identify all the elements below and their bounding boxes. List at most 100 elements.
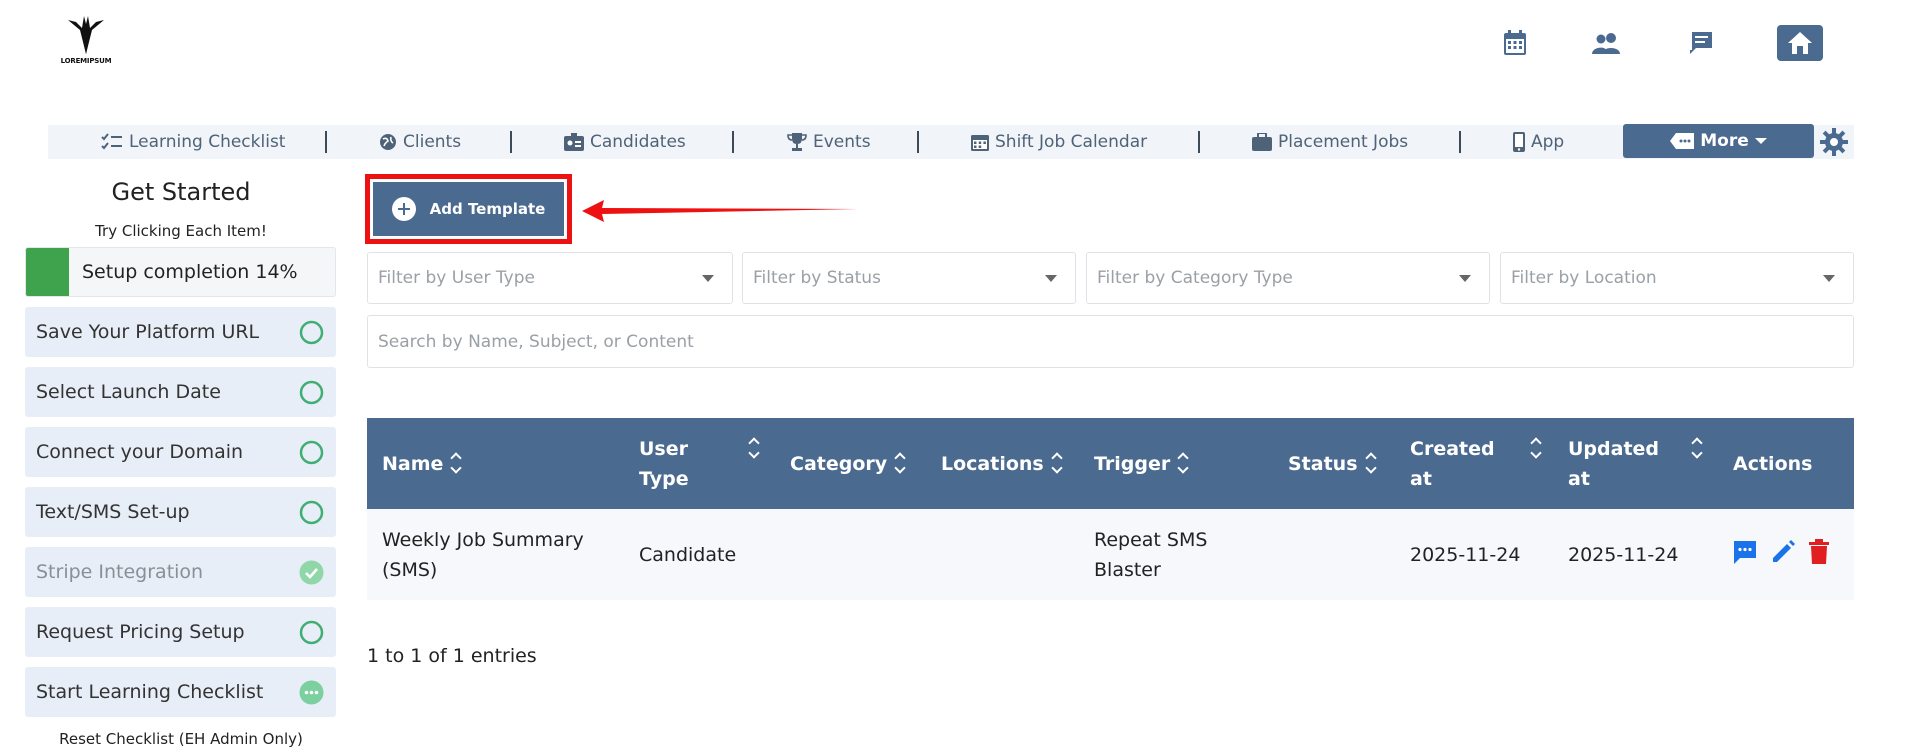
home-icon	[1788, 32, 1812, 54]
pending-circle-icon	[299, 500, 324, 525]
nav-label: Placement Jobs	[1278, 132, 1409, 152]
nav-label: Candidates	[590, 132, 686, 152]
reset-checklist-link[interactable]: Reset Checklist (EH Admin Only)	[25, 730, 337, 748]
nav-learning-checklist[interactable]: Learning Checklist	[101, 125, 285, 159]
column-label: User Type	[639, 437, 689, 490]
main-nav	[48, 125, 1854, 159]
red-arrow-annotation	[582, 200, 858, 222]
templates-table: Name User Type Category Locations Trigge…	[367, 418, 1854, 600]
sort-icon	[1052, 453, 1064, 475]
column-label: Created at	[1410, 437, 1495, 490]
column-label: Updated at	[1568, 437, 1660, 490]
edit-pencil-icon[interactable]	[1770, 539, 1796, 565]
pending-circle-icon	[299, 620, 324, 645]
checklist-item-label: Stripe Integration	[36, 561, 204, 583]
nav-shift-job-calendar[interactable]: Shift Job Calendar	[971, 125, 1147, 159]
get-started-title: Get Started	[111, 178, 251, 206]
add-template-button[interactable]: Add Template	[373, 182, 564, 236]
caret-down-icon	[1045, 275, 1057, 282]
checklist-item-sms-setup[interactable]: Text/SMS Set-up	[25, 487, 336, 537]
filter-placeholder: Filter by Category Type	[1097, 268, 1293, 288]
checklist-item-label: Text/SMS Set-up	[36, 501, 190, 523]
nav-label: Learning Checklist	[129, 132, 286, 152]
column-header-user-type[interactable]: User Type	[639, 418, 759, 509]
table-entries-info: 1 to 1 of 1 entries	[367, 645, 537, 667]
filter-status[interactable]: Filter by Status	[742, 252, 1076, 304]
checklist-item-label: Save Your Platform URL	[36, 321, 260, 343]
setup-progress-bar: Setup completion 14%	[25, 247, 336, 297]
sort-icon	[749, 438, 761, 460]
filter-user-type[interactable]: Filter by User Type	[367, 252, 733, 304]
cell-user-type: Candidate	[639, 543, 737, 566]
checklist-item-label: Select Launch Date	[36, 381, 221, 403]
column-label: Status	[1288, 452, 1358, 475]
nav-app[interactable]: App	[1513, 125, 1564, 159]
filter-placeholder: Filter by User Type	[378, 268, 535, 288]
nav-label: Shift Job Calendar	[995, 132, 1148, 152]
filter-placeholder: Filter by Status	[753, 268, 881, 288]
column-header-name[interactable]: Name	[382, 418, 463, 509]
checklist-item-launch-date[interactable]: Select Launch Date	[25, 367, 336, 417]
nav-clients[interactable]: Clients	[379, 125, 461, 159]
sort-icon	[895, 453, 907, 475]
filter-category-type[interactable]: Filter by Category Type	[1086, 252, 1490, 304]
checklist-item-stripe[interactable]: Stripe Integration	[25, 547, 336, 597]
more-dropdown-button[interactable]: More	[1623, 124, 1814, 158]
get-started-subtitle: Try Clicking Each Item!	[95, 222, 267, 240]
checklist-item-learning[interactable]: Start Learning Checklist	[25, 667, 336, 717]
checklist-item-platform-url[interactable]: Save Your Platform URL	[25, 307, 336, 357]
row-actions	[1732, 539, 1830, 565]
filter-location[interactable]: Filter by Location	[1500, 252, 1854, 304]
nav-label: Events	[813, 132, 871, 152]
pending-circle-icon	[299, 440, 324, 465]
search-input[interactable]	[367, 315, 1854, 368]
column-label: Category	[790, 452, 888, 475]
nav-divider	[510, 131, 512, 153]
column-header-created-at[interactable]: Created at	[1410, 418, 1540, 509]
sort-icon	[1531, 438, 1543, 460]
home-button[interactable]	[1777, 25, 1823, 61]
checklist-item-connect-domain[interactable]: Connect your Domain	[25, 427, 336, 477]
phone-icon	[1513, 132, 1525, 152]
nav-label: Clients	[403, 132, 462, 152]
pending-circle-icon	[299, 320, 324, 345]
users-icon[interactable]	[1592, 28, 1622, 58]
delete-trash-icon[interactable]	[1808, 539, 1830, 565]
column-header-locations[interactable]: Locations	[941, 418, 1064, 509]
brand-logo[interactable]: LOREMIPSUM	[60, 14, 112, 70]
sort-icon	[451, 453, 463, 475]
logo-text: LOREMIPSUM	[60, 57, 112, 65]
column-header-status[interactable]: Status	[1288, 418, 1378, 509]
add-template-label: Add Template	[429, 200, 546, 218]
nav-placement-jobs[interactable]: Placement Jobs	[1252, 125, 1408, 159]
caret-down-icon	[1459, 275, 1471, 282]
calendar-icon[interactable]	[1500, 28, 1530, 58]
nav-divider	[325, 131, 327, 153]
caret-down-icon	[1823, 275, 1835, 282]
column-label: Name	[382, 452, 444, 475]
sort-icon	[1692, 438, 1704, 460]
nav-events[interactable]: Events	[787, 125, 871, 159]
filter-placeholder: Filter by Location	[1511, 268, 1657, 288]
sort-icon	[1178, 453, 1190, 475]
chat-icon[interactable]	[1685, 28, 1715, 58]
nav-candidates[interactable]: Candidates	[564, 125, 686, 159]
nav-divider	[732, 131, 734, 153]
table-header: Name User Type Category Locations Trigge…	[367, 418, 1854, 509]
caret-down-icon	[1754, 138, 1767, 144]
logo-mark-icon	[68, 16, 104, 54]
nav-divider	[917, 131, 919, 153]
ellipsis-circle-icon	[299, 680, 324, 705]
cell-created-at: 2025-11-24	[1410, 543, 1521, 566]
cell-trigger: Repeat SMS Blaster	[1094, 528, 1208, 581]
column-label: Trigger	[1094, 452, 1171, 475]
checklist-item-pricing[interactable]: Request Pricing Setup	[25, 607, 336, 657]
column-header-actions: Actions	[1733, 418, 1812, 509]
column-header-category[interactable]: Category	[790, 418, 907, 509]
nav-label: App	[1531, 132, 1565, 152]
caret-down-icon	[702, 275, 714, 282]
settings-gear-icon[interactable]	[1820, 128, 1848, 156]
message-icon[interactable]	[1732, 539, 1758, 565]
column-header-updated-at[interactable]: Updated at	[1568, 418, 1698, 509]
column-header-trigger[interactable]: Trigger	[1094, 418, 1190, 509]
